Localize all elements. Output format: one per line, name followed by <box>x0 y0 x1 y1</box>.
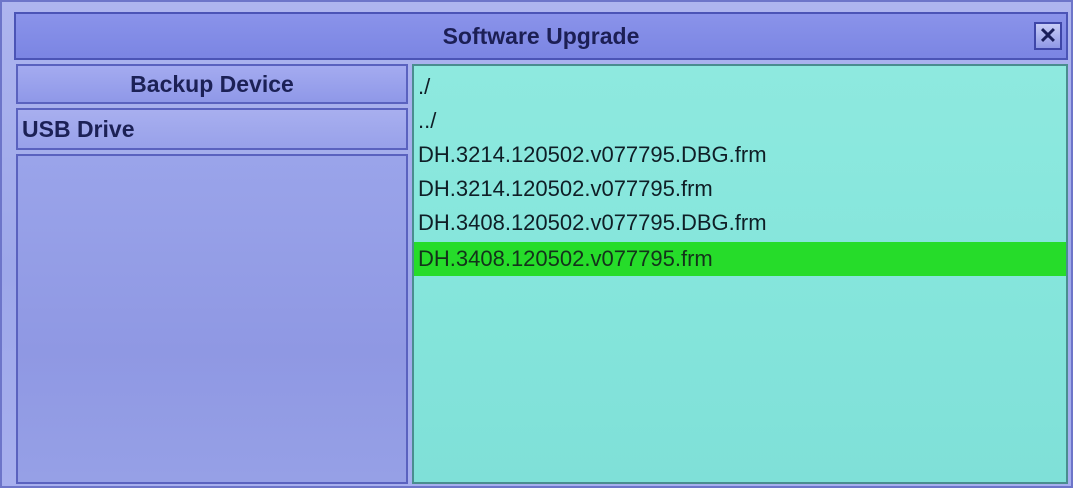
file-list: ./ ../ DH.3214.120502.v077795.DBG.frm DH… <box>414 70 1066 276</box>
file-item[interactable]: DH.3214.120502.v077795.frm <box>414 172 1066 206</box>
software-upgrade-dialog: Software Upgrade ✕ Backup Device USB Dri… <box>0 0 1073 488</box>
title-bar: Software Upgrade ✕ <box>14 12 1068 60</box>
file-item[interactable]: DH.3408.120502.v077795.DBG.frm <box>414 206 1066 240</box>
file-item-current-dir[interactable]: ./ <box>414 70 1066 104</box>
file-item[interactable]: DH.3214.120502.v077795.DBG.frm <box>414 138 1066 172</box>
device-list-panel <box>16 154 408 484</box>
close-button[interactable]: ✕ <box>1034 22 1062 50</box>
dialog-title: Software Upgrade <box>442 22 640 49</box>
backup-device-header: Backup Device <box>16 64 408 104</box>
device-item-usb-drive[interactable]: USB Drive <box>16 108 408 150</box>
close-icon: ✕ <box>1038 23 1058 48</box>
file-list-panel: ./ ../ DH.3214.120502.v077795.DBG.frm DH… <box>412 64 1068 484</box>
file-item-selected[interactable]: DH.3408.120502.v077795.frm <box>414 242 1066 276</box>
file-item-parent-dir[interactable]: ../ <box>414 104 1066 138</box>
